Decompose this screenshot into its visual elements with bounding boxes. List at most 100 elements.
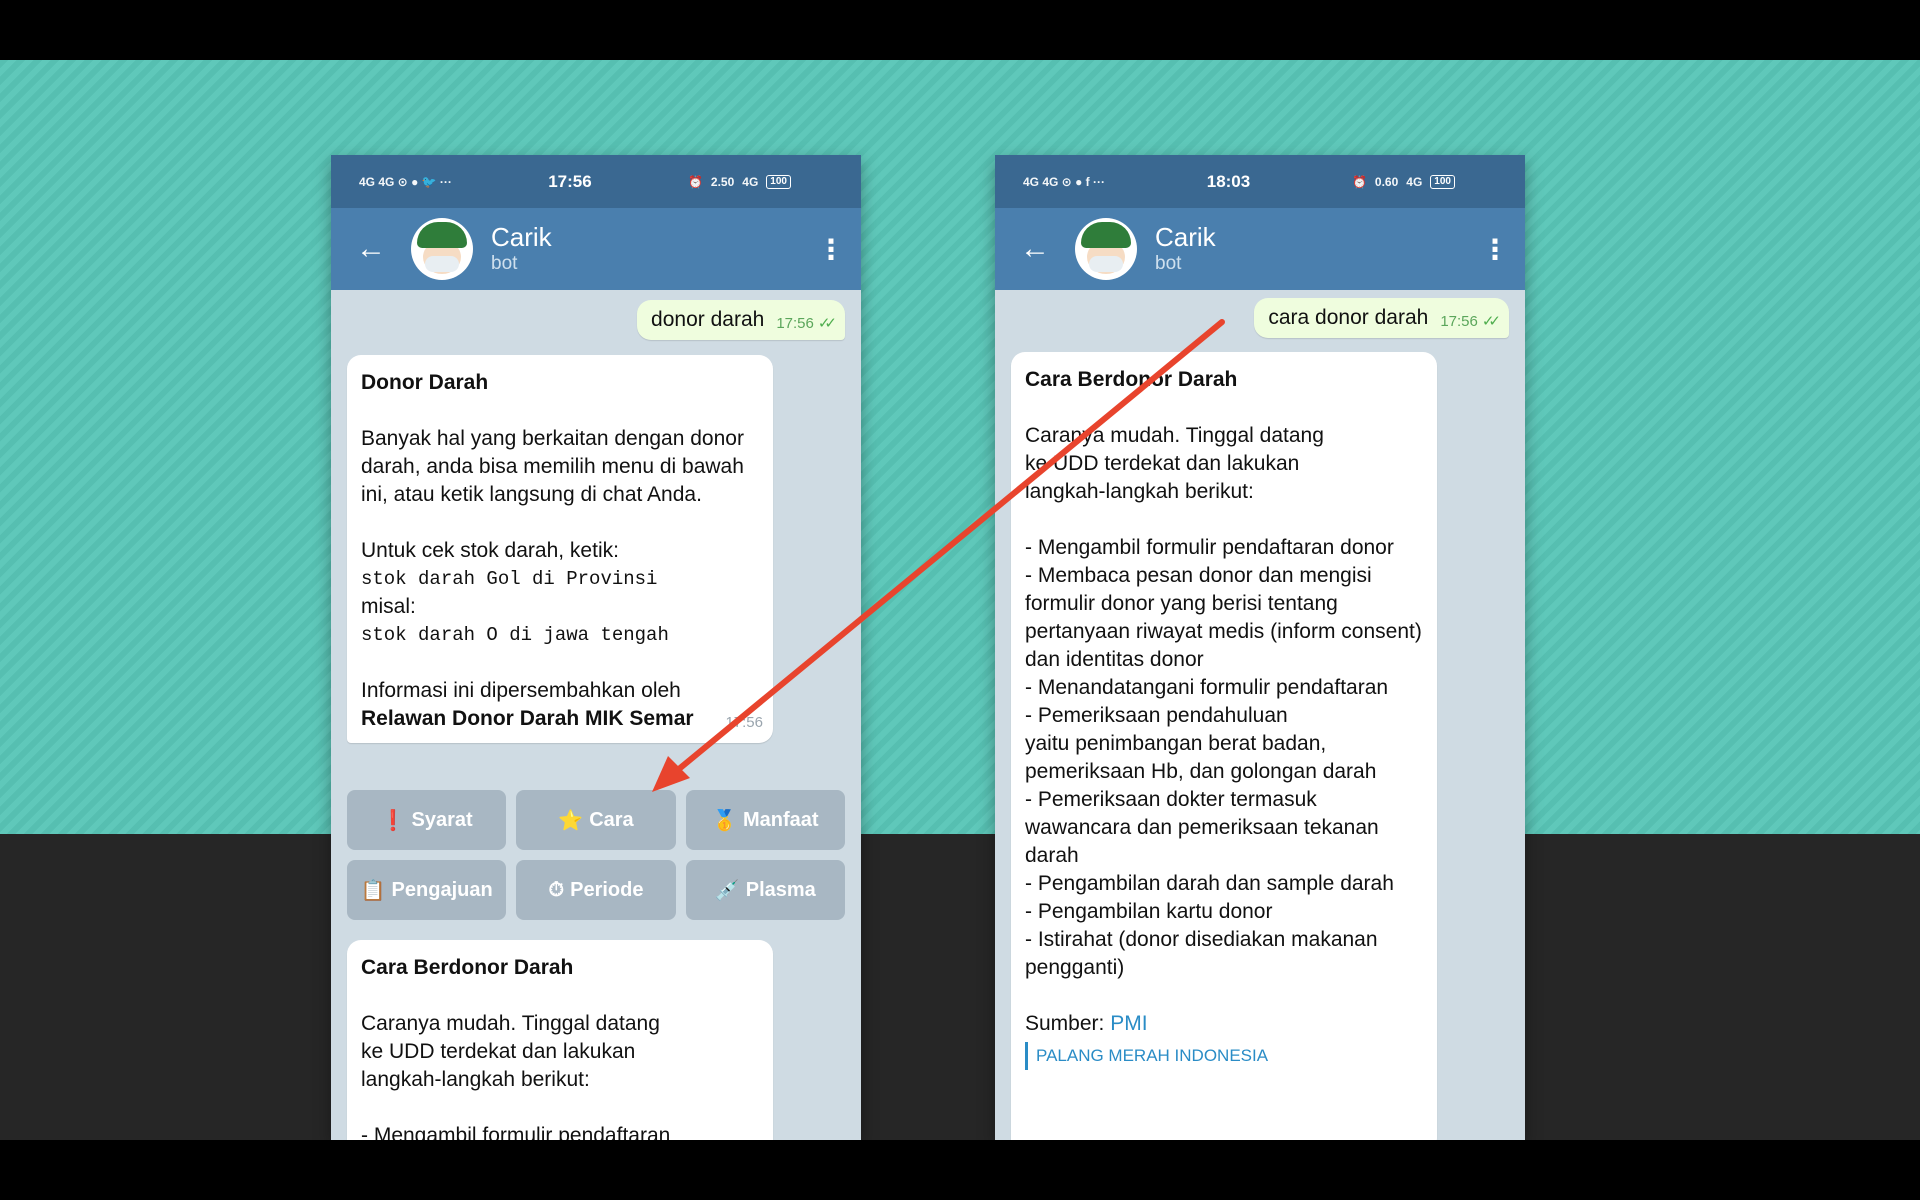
more-vert-icon[interactable]: ⋮ [1465, 233, 1525, 266]
message-line: langkah-langkah berikut: [1025, 480, 1254, 503]
link-preview[interactable]: PALANG MERAH INDONESIA [1025, 1042, 1423, 1070]
step-item: yaitu penimbangan berat badan, pemeriksa… [1025, 732, 1377, 783]
chat-title[interactable]: Carik bot [1155, 222, 1465, 276]
status-time: 17:56 [548, 171, 592, 191]
keyboard-button-plasma[interactable]: 💉 Plasma [685, 860, 845, 920]
step-item: - Pemeriksaan pendahuluan [1025, 704, 1288, 727]
chat-name: Carik [491, 222, 552, 252]
message-meta: 17:56 ✓✓ [1440, 312, 1501, 330]
status-icons-left: 4G 4G ⊙ ● f ··· [1023, 175, 1105, 189]
alarm-icon: ⏰ [687, 174, 703, 189]
source-link[interactable]: PMI [1110, 1012, 1147, 1035]
message-line: ke UDD terdekat dan lakukan [361, 1040, 636, 1063]
keyboard-button-pengajuan[interactable]: 📋 Pengajuan [347, 860, 507, 920]
chat-area: cara donor darah 17:56 ✓✓ Cara Berdonor D… [995, 290, 1525, 1140]
step-item: - Membaca pesan donor dan mengisi formul… [1025, 564, 1422, 671]
more-vert-icon[interactable]: ⋮ [801, 233, 861, 266]
status-icons-right: ⏰ 0.60 4G 100 [1351, 174, 1455, 189]
status-time: 18:03 [1206, 171, 1251, 191]
step-item: - Istirahat (donor disediakan makanan pe… [1025, 928, 1378, 979]
button-label: Plasma [745, 878, 816, 901]
outgoing-message[interactable]: cara donor darah 17:56 ✓✓ [1254, 298, 1509, 338]
back-arrow-icon[interactable]: ← [331, 232, 411, 266]
message-text: donor darah [651, 308, 765, 331]
alarm-icon: ⏰ [1351, 174, 1367, 189]
step-item: - Pengambilan darah dan sample darah [1025, 872, 1394, 895]
outgoing-message[interactable]: donor darah 17:56 ✓✓ [637, 300, 845, 340]
button-label: Cara [589, 808, 634, 831]
stopwatch-icon: ⏱ [548, 878, 565, 901]
keyboard-button-syarat[interactable]: ❗ Syarat [347, 790, 507, 850]
source-label: Sumber: [1025, 1012, 1105, 1035]
status-notification-icons: 4G 4G ⊙ ● 🐦 ··· [359, 174, 452, 189]
teal-background [0, 60, 1920, 834]
keyboard-button-manfaat[interactable]: 🥇 Manfaat [685, 790, 845, 850]
message-paragraph: Banyak hal yang berkaitan dengan donor d… [361, 427, 744, 506]
message-time: 17:56 [1440, 313, 1478, 330]
dark-background [0, 834, 1920, 1140]
source-line: Sumber: PMI [1025, 1010, 1423, 1038]
message-line: Caranya mudah. Tinggal datang [1025, 424, 1324, 447]
message-title: Cara Berdonor Darah [1025, 368, 1238, 391]
keyboard-button-cara[interactable]: ⭐ Cara [516, 790, 676, 850]
letterbox-top [0, 0, 1920, 60]
message-credit: Relawan Donor Darah MIK Semar [361, 707, 694, 730]
network-speed: 0.60 [1374, 174, 1399, 189]
syringe-icon: 💉 [714, 879, 740, 902]
clipboard-icon: 📋 [360, 879, 386, 902]
message-meta: 17:56 ✓✓ [776, 314, 837, 332]
message-paragraph: Untuk cek stok darah, ketik: [361, 539, 619, 562]
chat-header: ← Carik bot ⋮ [331, 208, 861, 290]
chat-name: Carik [1155, 222, 1216, 252]
message-line: langkah-langkah berikut: [361, 1068, 590, 1091]
network-speed: 2.50 [710, 174, 735, 189]
incoming-message[interactable]: Donor Darah Banyak hal yang berkaitan de… [347, 355, 773, 743]
phone-screenshot-right: 4G 4G ⊙ ● f ··· 18:03 ⏰ 0.60 4G 100 ← Ca… [995, 155, 1525, 1140]
message-line: - Mengambil formulir pendaftaran [361, 1124, 671, 1140]
message-code: stok darah O di jawa tengah [361, 624, 669, 646]
avatar[interactable] [1075, 218, 1137, 280]
avatar[interactable] [411, 218, 473, 280]
inline-keyboard: ❗ Syarat ⭐ Cara 🥇 Manfaat 📋 Pengajuan ⏱ Perio… [347, 790, 845, 920]
message-line: ke UDD terdekat dan lakukan [1025, 452, 1300, 475]
battery-icon: 100 [766, 174, 791, 189]
step-item: - Mengambil formulir pendaftaran donor [1025, 536, 1394, 559]
chat-area: donor darah 17:56 ✓✓ Donor Darah Banyak h… [331, 290, 861, 1140]
exclamation-icon: ❗ [380, 809, 406, 832]
message-paragraph: misal: [361, 595, 416, 618]
chat-subtitle: bot [491, 253, 518, 274]
network-type: 4G [742, 174, 759, 189]
message-time: 17:56 [776, 315, 814, 332]
message-paragraph: Informasi ini dipersembahkan oleh [361, 679, 681, 702]
keyboard-button-periode[interactable]: ⏱ Periode [516, 860, 676, 920]
message-line: Caranya mudah. Tinggal datang [361, 1012, 660, 1035]
double-check-icon: ✓✓ [1481, 313, 1501, 330]
button-label: Manfaat [742, 808, 819, 831]
phone-screenshot-left: 4G 4G ⊙ ● 🐦 ··· 17:56 ⏰ 2.50 4G 100 ← Ca… [331, 155, 861, 1140]
network-type: 4G [1406, 174, 1423, 189]
message-code: stok darah Gol di Provinsi [361, 568, 658, 590]
incoming-message[interactable]: Cara Berdonor Darah Caranya mudah. Tingg… [1011, 352, 1437, 1140]
back-arrow-icon[interactable]: ← [995, 232, 1075, 266]
status-icons-left: 4G 4G ⊙ ● 🐦 ··· [359, 175, 452, 189]
incoming-message[interactable]: Cara Berdonor Darah Caranya mudah. Tingg… [347, 940, 773, 1140]
step-item: - Menandatangani formulir pendaftaran [1025, 676, 1389, 699]
letterbox-bottom [0, 1140, 1920, 1200]
status-notification-icons: 4G 4G ⊙ ● f ··· [1023, 174, 1105, 189]
chat-header: ← Carik bot ⋮ [995, 208, 1525, 290]
message-time: 17:56 [725, 714, 763, 731]
step-item: - Pemeriksaan dokter termasuk wawancara … [1025, 788, 1379, 867]
star-icon: ⭐ [558, 809, 584, 832]
step-item: - Pengambilan kartu donor [1025, 900, 1273, 923]
status-icons-right: ⏰ 2.50 4G 100 [687, 174, 791, 189]
button-label: Pengajuan [391, 878, 493, 901]
button-label: Periode [570, 878, 644, 901]
chat-title[interactable]: Carik bot [491, 222, 801, 276]
chat-subtitle: bot [1155, 253, 1182, 274]
message-text: cara donor darah [1268, 306, 1429, 329]
status-bar: 4G 4G ⊙ ● 🐦 ··· 17:56 ⏰ 2.50 4G 100 [331, 155, 861, 208]
medal-icon: 🥇 [712, 809, 737, 832]
message-title: Cara Berdonor Darah [361, 956, 574, 979]
status-bar: 4G 4G ⊙ ● f ··· 18:03 ⏰ 0.60 4G 100 [995, 155, 1525, 208]
message-title: Donor Darah [361, 371, 489, 394]
